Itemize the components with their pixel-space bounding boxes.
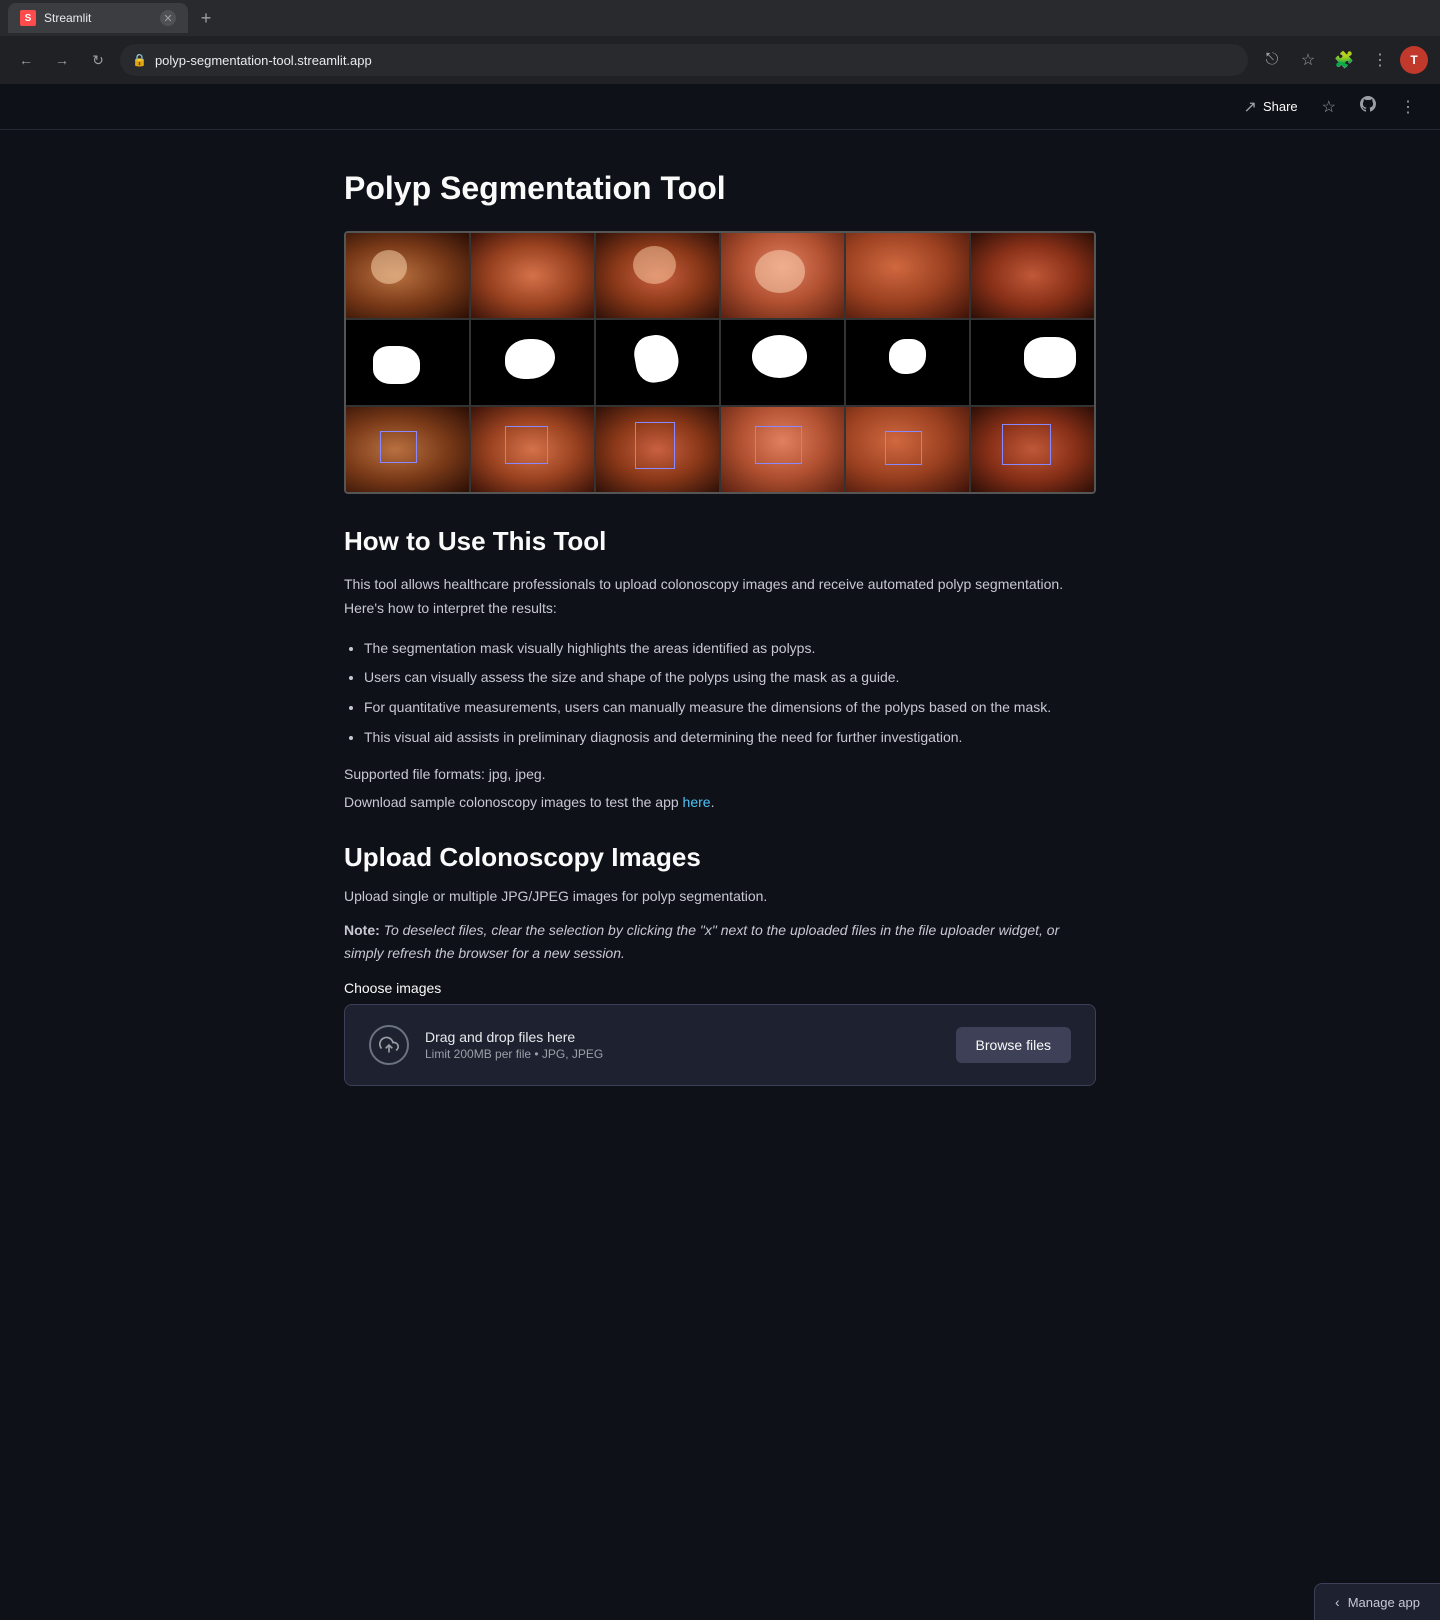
grid-cell-overlay-3 bbox=[596, 407, 719, 492]
grid-cell-overlay-6 bbox=[971, 407, 1094, 492]
tab-label: Streamlit bbox=[44, 11, 152, 25]
drag-drop-label: Drag and drop files here bbox=[425, 1029, 603, 1045]
bookmark-button[interactable]: ☆ bbox=[1292, 44, 1324, 76]
download-here-link[interactable]: here bbox=[683, 794, 711, 810]
upload-note: Note: To deselect files, clear the selec… bbox=[344, 919, 1096, 964]
star-icon: ☆ bbox=[1322, 97, 1336, 117]
how-to-bullets: The segmentation mask visually highlight… bbox=[344, 637, 1096, 750]
lock-icon: 🔒 bbox=[132, 53, 147, 67]
how-to-title: How to Use This Tool bbox=[344, 526, 1096, 557]
grid-cell-mask-4 bbox=[721, 320, 844, 405]
bullet-item-1: The segmentation mask visually highlight… bbox=[364, 637, 1096, 661]
grid-cell-mask-5 bbox=[846, 320, 969, 405]
new-tab-button[interactable]: + bbox=[192, 4, 220, 32]
note-bold: Note: bbox=[344, 922, 380, 938]
download-link-text: Download sample colonoscopy images to te… bbox=[344, 794, 1096, 810]
grid-cell-mask-3 bbox=[596, 320, 719, 405]
bullet-item-4: This visual aid assists in preliminary d… bbox=[364, 726, 1096, 750]
chevron-left-icon: ‹ bbox=[1335, 1594, 1340, 1610]
note-text: To deselect files, clear the selection b… bbox=[344, 922, 1059, 960]
grid-cell-overlay-2 bbox=[471, 407, 594, 492]
upload-cloud-icon bbox=[369, 1025, 409, 1065]
intro-text: This tool allows healthcare professional… bbox=[344, 573, 1096, 621]
github-button[interactable] bbox=[1352, 92, 1384, 121]
demo-image-grid-container bbox=[344, 231, 1096, 494]
upload-description: Upload single or multiple JPG/JPEG image… bbox=[344, 885, 1096, 907]
grid-cell-endo-2 bbox=[471, 233, 594, 318]
grid-cell-endo-6 bbox=[971, 233, 1094, 318]
grid-cell-mask-2 bbox=[471, 320, 594, 405]
streamlit-topbar: ↗ Share ☆ ⋮ bbox=[0, 84, 1440, 130]
more-button[interactable]: ⋮ bbox=[1364, 44, 1396, 76]
browser-chrome: S Streamlit ✕ + ← → ↻ 🔒 polyp-segmentati… bbox=[0, 0, 1440, 84]
grid-cell-endo-3 bbox=[596, 233, 719, 318]
share-label: Share bbox=[1263, 99, 1298, 114]
bullet-item-3: For quantitative measurements, users can… bbox=[364, 696, 1096, 720]
tab-favicon: S bbox=[20, 10, 36, 26]
extensions-button[interactable]: 🧩 bbox=[1328, 44, 1360, 76]
grid-cell-overlay-4 bbox=[721, 407, 844, 492]
url-field[interactable]: 🔒 polyp-segmentation-tool.streamlit.app bbox=[120, 44, 1248, 76]
grid-cell-endo-1 bbox=[346, 233, 469, 318]
dropzone-left: Drag and drop files here Limit 200MB per… bbox=[369, 1025, 603, 1065]
grid-cell-endo-5 bbox=[846, 233, 969, 318]
file-limit-text: Limit 200MB per file • JPG, JPEG bbox=[425, 1047, 603, 1061]
address-bar: ← → ↻ 🔒 polyp-segmentation-tool.streamli… bbox=[0, 36, 1440, 84]
grid-cell-mask-6 bbox=[971, 320, 1094, 405]
main-content: Polyp Segmentation Tool How bbox=[320, 130, 1120, 1146]
tab-close-button[interactable]: ✕ bbox=[160, 10, 176, 26]
manage-app-label: Manage app bbox=[1348, 1595, 1420, 1610]
share-button[interactable]: ↗ Share bbox=[1236, 93, 1306, 121]
github-icon bbox=[1360, 96, 1376, 117]
url-text: polyp-segmentation-tool.streamlit.app bbox=[155, 53, 372, 68]
back-button[interactable]: ← bbox=[12, 46, 40, 74]
upload-section-title: Upload Colonoscopy Images bbox=[344, 842, 1096, 873]
grid-cell-mask-1 bbox=[346, 320, 469, 405]
grid-cell-overlay-1 bbox=[346, 407, 469, 492]
profile-button[interactable]: T bbox=[1400, 46, 1428, 74]
choose-images-label: Choose images bbox=[344, 980, 1096, 996]
file-upload-dropzone[interactable]: Drag and drop files here Limit 200MB per… bbox=[344, 1004, 1096, 1086]
demo-image-grid bbox=[346, 233, 1094, 492]
menu-button[interactable]: ⋮ bbox=[1392, 93, 1424, 121]
grid-cell-overlay-5 bbox=[846, 407, 969, 492]
dropzone-text: Drag and drop files here Limit 200MB per… bbox=[425, 1029, 603, 1061]
supported-formats-text: Supported file formats: jpg, jpeg. bbox=[344, 766, 1096, 782]
toolbar-right: ⎋ ☆ 🧩 ⋮ T bbox=[1256, 44, 1428, 76]
refresh-button[interactable]: ↻ bbox=[84, 46, 112, 74]
forward-button[interactable]: → bbox=[48, 46, 76, 74]
tab-bar: S Streamlit ✕ + bbox=[0, 0, 1440, 36]
manage-app-bar[interactable]: ‹ Manage app bbox=[1314, 1583, 1440, 1620]
page-title: Polyp Segmentation Tool bbox=[344, 170, 1096, 207]
cast-button[interactable]: ⎋ bbox=[1256, 44, 1288, 76]
browse-files-button[interactable]: Browse files bbox=[956, 1027, 1071, 1063]
bullet-item-2: Users can visually assess the size and s… bbox=[364, 666, 1096, 690]
share-icon: ↗ bbox=[1244, 97, 1257, 117]
dots-vertical-icon: ⋮ bbox=[1400, 97, 1416, 117]
active-tab[interactable]: S Streamlit ✕ bbox=[8, 3, 188, 33]
star-button[interactable]: ☆ bbox=[1314, 93, 1344, 121]
grid-cell-endo-4 bbox=[721, 233, 844, 318]
